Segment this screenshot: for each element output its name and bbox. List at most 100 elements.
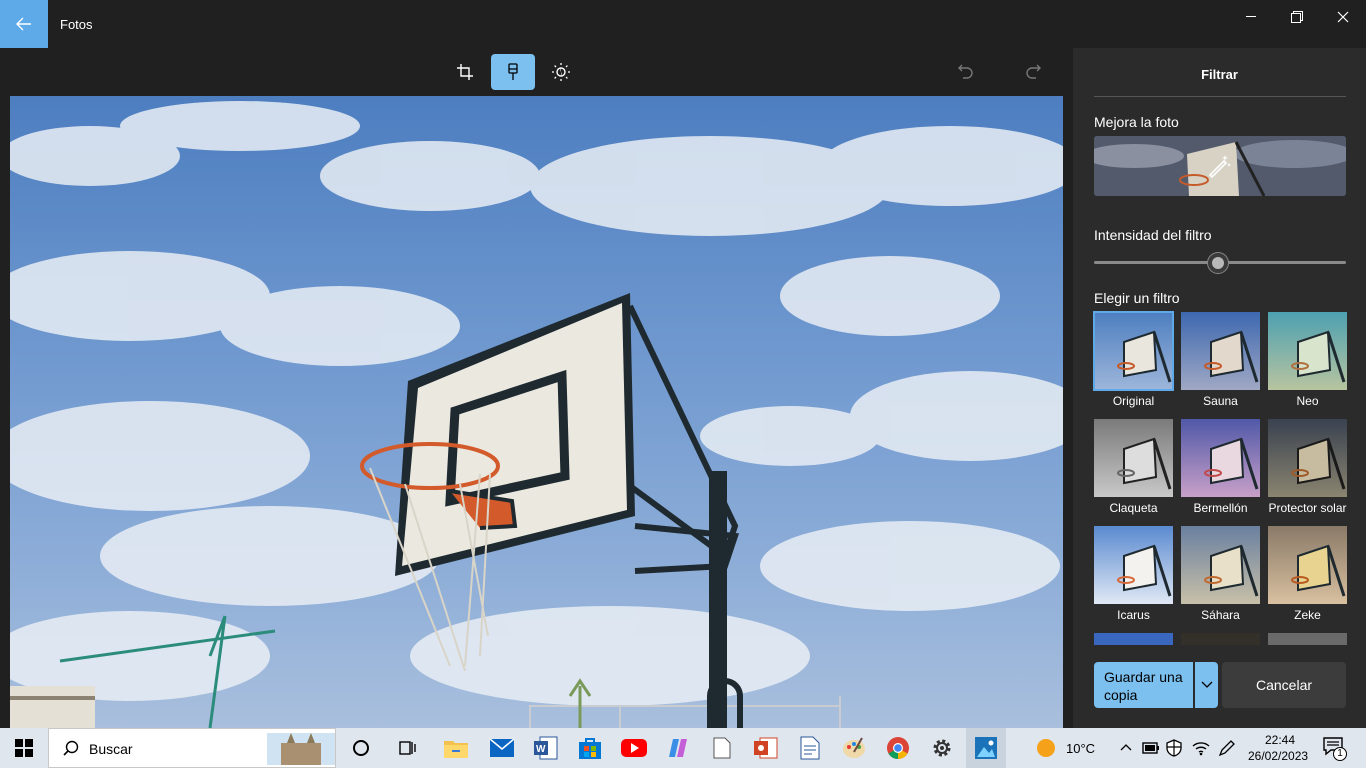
filter-thumbnail: [1094, 526, 1173, 604]
filter-neo[interactable]: Neo: [1268, 312, 1347, 408]
filter-bermellon[interactable]: Bermellón: [1181, 419, 1260, 515]
weather-text[interactable]: 10°C: [1066, 741, 1095, 756]
filter-name: Neo: [1296, 394, 1319, 408]
restore-button[interactable]: [1274, 0, 1320, 34]
app-title: Fotos: [60, 17, 93, 32]
taskbar-chrome[interactable]: [884, 734, 912, 762]
taskbar-notepad[interactable]: [708, 734, 736, 762]
task-view-button[interactable]: [393, 734, 421, 762]
battery-icon[interactable]: [1142, 741, 1160, 755]
panel-title: Filtrar: [1201, 67, 1238, 82]
mail-icon: [490, 739, 514, 757]
save-options-dropdown[interactable]: [1195, 662, 1218, 708]
svg-text:W: W: [536, 744, 546, 755]
crop-button[interactable]: [443, 54, 487, 90]
intensity-slider-thumb[interactable]: [1208, 253, 1228, 273]
taskbar-document[interactable]: [796, 734, 824, 762]
shield-icon[interactable]: [1166, 739, 1182, 757]
minimize-icon: [1246, 16, 1256, 17]
filter-name: Bermellón: [1193, 501, 1248, 515]
taskbar-copilot[interactable]: [664, 734, 692, 762]
taskbar-file-explorer[interactable]: [442, 734, 470, 762]
filter-name: Icarus: [1117, 608, 1150, 622]
minimize-button[interactable]: [1228, 0, 1274, 34]
taskbar-paint[interactable]: [840, 734, 868, 762]
filter-name: Zeke: [1294, 608, 1321, 622]
chevron-down-icon: [1201, 681, 1212, 688]
filter-protector-solar[interactable]: Protector solar: [1268, 419, 1347, 515]
close-button[interactable]: [1320, 0, 1366, 34]
file-explorer-icon: [444, 741, 468, 758]
filter-name: Protector solar: [1268, 501, 1347, 515]
photo-canvas[interactable]: [10, 96, 1063, 728]
close-icon: [1337, 11, 1349, 23]
filter-brush-icon: [508, 63, 518, 80]
settings-icon: [933, 739, 951, 757]
filter-name: Original: [1112, 394, 1155, 408]
taskbar-powerpoint[interactable]: [752, 734, 780, 762]
task-view-icon: [399, 741, 416, 755]
taskbar-store[interactable]: [576, 734, 604, 762]
intensity-label: Intensidad del filtro: [1094, 227, 1212, 243]
search-placeholder: Buscar: [89, 741, 133, 757]
edit-toolbar: [0, 48, 1073, 96]
store-icon: [579, 738, 601, 759]
windows-start-icon: [15, 739, 33, 757]
taskbar-search-box[interactable]: Buscar: [48, 728, 336, 768]
panel-divider: [1094, 96, 1346, 97]
taskbar-settings[interactable]: [928, 734, 956, 762]
back-button[interactable]: [0, 0, 48, 48]
filter-thumbnail: [1093, 311, 1174, 391]
undo-button[interactable]: [944, 54, 988, 90]
taskbar: Buscar W 10°C 22:44 26/02/2023 1: [0, 728, 1366, 768]
enhance-photo-button[interactable]: [1094, 136, 1346, 196]
search-highlight-image: [267, 733, 335, 765]
photos-icon: [975, 737, 997, 759]
wifi-icon[interactable]: [1192, 740, 1210, 756]
filter-zeke[interactable]: Zeke: [1268, 526, 1347, 622]
filter-thumbnail: [1181, 419, 1260, 497]
start-button[interactable]: [10, 734, 38, 762]
filter-thumbnail-partial: [1181, 633, 1260, 645]
adjust-button[interactable]: [539, 54, 583, 90]
cortana-button[interactable]: [347, 734, 375, 762]
cortana-icon: [353, 740, 369, 756]
taskbar-photos-active[interactable]: [966, 728, 1006, 768]
taskbar-youtube[interactable]: [620, 734, 648, 762]
filter-thumbnail: [1268, 312, 1347, 390]
filter-thumbnail: [1268, 526, 1347, 604]
notification-center-button[interactable]: 1: [1322, 736, 1348, 762]
taskbar-mail[interactable]: [488, 734, 516, 762]
filter-icarus[interactable]: Icarus: [1094, 526, 1173, 622]
back-arrow-icon: [16, 17, 31, 31]
clock-date[interactable]: 26/02/2023: [1248, 749, 1308, 763]
crop-icon: [457, 64, 473, 80]
title-bar: Fotos: [0, 0, 1366, 48]
filter-name: Claqueta: [1109, 501, 1158, 515]
chevron-up-icon[interactable]: [1120, 742, 1132, 752]
save-copy-button[interactable]: Guardar una copia: [1094, 662, 1193, 708]
filter-button[interactable]: [491, 54, 535, 90]
clock-time[interactable]: 22:44: [1265, 733, 1295, 747]
filter-original[interactable]: Original: [1093, 311, 1174, 408]
notepad-icon: [713, 737, 731, 759]
filter-sauna[interactable]: Sauna: [1181, 312, 1260, 408]
notification-badge: 1: [1333, 747, 1347, 761]
redo-button[interactable]: [1011, 54, 1055, 90]
filter-sahara[interactable]: Sáhara: [1181, 526, 1260, 622]
taskbar-word[interactable]: W: [532, 734, 560, 762]
cancel-button[interactable]: Cancelar: [1222, 662, 1346, 708]
enhance-label: Mejora la foto: [1094, 114, 1179, 130]
filter-name: Sáhara: [1201, 608, 1240, 622]
filter-claqueta[interactable]: Claqueta: [1094, 419, 1173, 515]
copilot-icon: [669, 739, 687, 757]
undo-icon: [958, 64, 973, 79]
pen-icon[interactable]: [1218, 739, 1236, 757]
filter-thumbnail: [1094, 419, 1173, 497]
search-icon: [63, 740, 79, 756]
word-icon: W: [534, 736, 558, 760]
youtube-icon: [621, 739, 647, 757]
choose-filter-label: Elegir un filtro: [1094, 290, 1180, 306]
brightness-icon: [552, 63, 570, 81]
filter-thumbnail: [1181, 526, 1260, 604]
